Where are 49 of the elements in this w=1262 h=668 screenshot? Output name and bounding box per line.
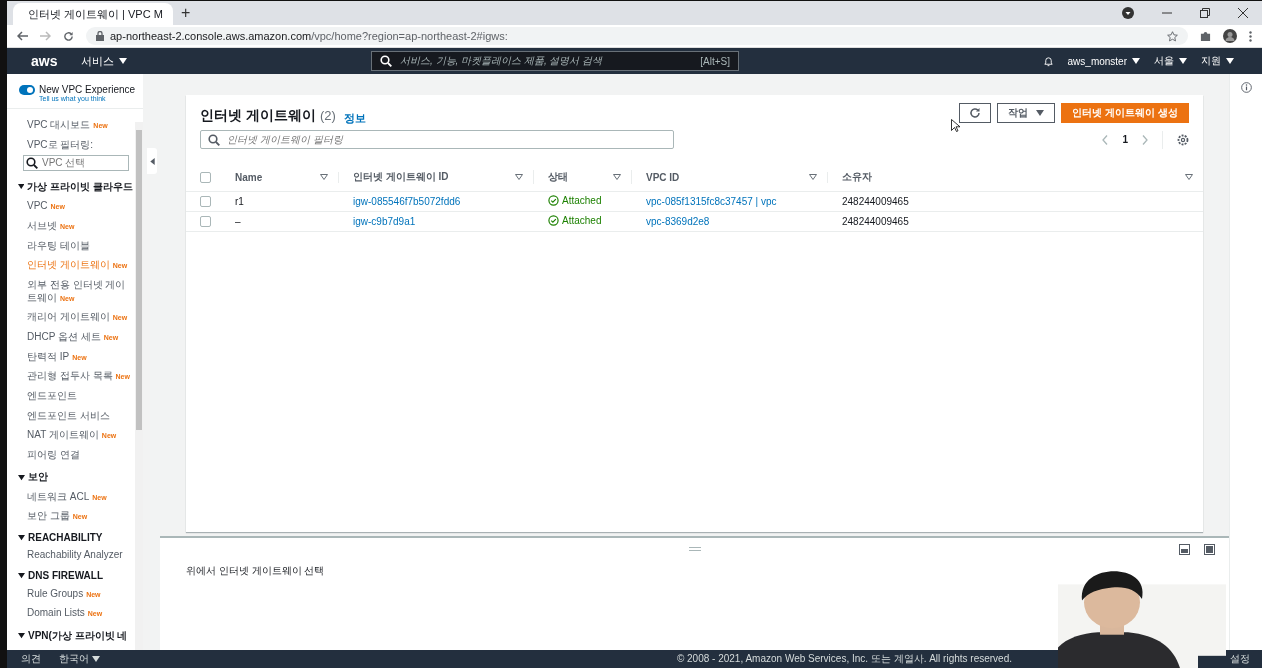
section-header[interactable]: REACHABILITY [18, 526, 133, 546]
section-header[interactable]: VPN(가상 프라이빗 네 [18, 623, 133, 646]
nav-link[interactable]: 라우팅 테이블 [27, 236, 133, 256]
table-cell: – [235, 216, 241, 227]
empty-selection-message: 위에서 인터넷 게이트웨이 선택 [185, 564, 326, 578]
item-count: (2) [319, 107, 336, 123]
browser-tab[interactable]: 인터넷 게이트웨이 | VPC M [13, 3, 173, 25]
shortcut-hint: [Alt+S] [700, 55, 730, 67]
column-header[interactable]: VPC ID [646, 171, 680, 183]
table-cell: 248244009465 [842, 196, 909, 207]
status-label: Attached [548, 195, 602, 206]
search-field[interactable]: 서비스, 기능, 마켓플레이스 제품, 설명서 검색 [Alt+S] [371, 51, 739, 71]
nav-link[interactable]: 엔드포인트 서비스 [27, 406, 133, 426]
nav-link[interactable]: 피어링 연결 [27, 445, 133, 466]
actions-button[interactable]: 작업 [997, 103, 1056, 123]
section-header[interactable]: 가상 프라이빗 클라우드 [18, 174, 133, 197]
table-cell: r1 [235, 196, 244, 207]
column-header[interactable]: 인터넷 게이트웨이 ID [353, 170, 449, 184]
panel-title: 인터넷 게이트웨이 [200, 106, 316, 125]
info-link[interactable]: 정보 [343, 103, 366, 126]
account-menu[interactable]: aws_monster [1067, 55, 1140, 67]
region-menu[interactable]: 서울 [1154, 54, 1187, 68]
address-bar[interactable]: ap-northeast-2.console.aws.amazon.com/vpc/home?region=ap-northeast-2#igws: [86, 27, 1188, 45]
column-header[interactable]: Name [235, 171, 263, 183]
nav-link[interactable]: Reachability Analyzer [27, 545, 133, 566]
section-header[interactable]: DNS FIREWALL [18, 565, 133, 585]
services-menu[interactable]: 서비스 [81, 53, 371, 69]
column-header[interactable]: 소유자 [842, 170, 872, 184]
vpc-link[interactable]: vpc-085f1315fc8c37457 | vpc [646, 196, 777, 207]
page-number[interactable]: 1 [1122, 134, 1128, 145]
table-cell: 248244009465 [842, 216, 909, 227]
gateway-link[interactable]: igw-085546f7b5072fdd6 [353, 196, 461, 207]
nav-link[interactable]: 엔드포인트 [27, 386, 133, 407]
filter-field[interactable]: 인터넷 게이트웨이 필터링 [200, 130, 674, 149]
gateway-link[interactable]: igw-c9b7d9a1 [353, 216, 416, 227]
vpc-filter-field[interactable]: VPC 선택 [23, 154, 129, 171]
language-menu[interactable]: 한국어 [59, 652, 100, 666]
vpc-link[interactable]: vpc-8369d2e8 [646, 216, 710, 227]
copyright-text: © 2008 - 2021, Amazon Web Services, Inc. 또는 계열사. All rights reserved. [676, 652, 1012, 666]
aws-logo[interactable]: aws [31, 53, 71, 69]
settings-link[interactable]: 설정 [1230, 652, 1250, 666]
support-menu[interactable]: 지원 [1201, 54, 1234, 68]
feedback-link[interactable]: 의견 [21, 652, 41, 666]
column-header[interactable]: 상태 [548, 170, 568, 184]
status-label: Attached [548, 215, 602, 226]
toggle-label: New VPC Experience [39, 84, 136, 95]
section-header[interactable]: 보안 [18, 465, 133, 488]
new-tab-button[interactable]: + [181, 4, 191, 22]
filter-label: VPC로 필터링: [27, 137, 95, 152]
